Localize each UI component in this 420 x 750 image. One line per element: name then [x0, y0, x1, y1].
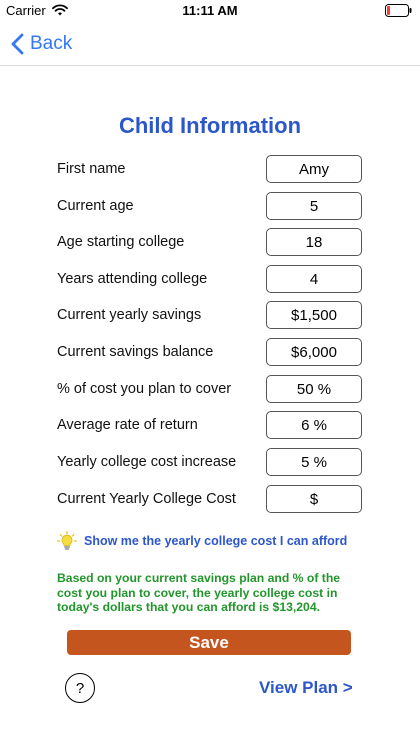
- form-row-cost-cover: % of cost you plan to cover: [57, 374, 363, 404]
- form-row-first-name: First name: [57, 154, 363, 184]
- save-button[interactable]: Save: [67, 630, 351, 655]
- form-row-yearly-savings: Current yearly savings: [57, 300, 363, 330]
- lightbulb-icon: [57, 531, 77, 550]
- college-cost-field[interactable]: [266, 485, 362, 513]
- college-cost-label: Current Yearly College Cost: [57, 491, 236, 507]
- cost-increase-label: Yearly college cost increase: [57, 454, 237, 470]
- page-title: Child Information: [118, 113, 302, 138]
- back-label: Back: [30, 33, 73, 54]
- rate-of-return-field[interactable]: [266, 411, 362, 439]
- form-row-years-attending: Years attending college: [57, 264, 363, 294]
- cost-cover-field[interactable]: [266, 375, 362, 403]
- age-starting-college-field[interactable]: [266, 228, 362, 256]
- show-affordable-cost-link[interactable]: Show me the yearly college cost I can af…: [57, 530, 347, 552]
- form-row-rate-of-return: Average rate of return: [57, 410, 363, 440]
- age-starting-college-label: Age starting college: [57, 234, 185, 250]
- form-row-current-age: Current age: [57, 191, 363, 221]
- years-attending-label: Years attending college: [57, 271, 208, 287]
- rate-of-return-label: Average rate of return: [57, 417, 198, 433]
- status-bar: Carrier 11:11 AM: [0, 0, 420, 22]
- years-attending-field[interactable]: [266, 265, 362, 293]
- affordability-summary: Based on your current savings plan and %…: [57, 571, 341, 614]
- yearly-savings-field[interactable]: [266, 301, 362, 329]
- yearly-savings-label: Current yearly savings: [57, 307, 202, 323]
- form-row-cost-increase: Yearly college cost increase: [57, 447, 363, 477]
- afford-link-text: Show me the yearly college cost I can af…: [84, 534, 348, 548]
- current-age-field[interactable]: [266, 192, 362, 220]
- battery-icon: [385, 4, 412, 17]
- back-button[interactable]: Back: [10, 30, 72, 58]
- help-button[interactable]: ?: [65, 673, 95, 703]
- chevron-left-icon: [11, 33, 24, 55]
- cost-cover-label: % of cost you plan to cover: [57, 381, 232, 397]
- cost-increase-field[interactable]: [266, 448, 362, 476]
- current-age-label: Current age: [57, 198, 134, 214]
- form-row-savings-balance: Current savings balance: [57, 337, 363, 367]
- form-row-college-cost: Current Yearly College Cost: [57, 484, 363, 514]
- first-name-field[interactable]: [266, 155, 362, 183]
- savings-balance-field[interactable]: [266, 338, 362, 366]
- status-time: 11:11 AM: [182, 3, 238, 18]
- navigation-bar: Back: [0, 22, 420, 66]
- first-name-label: First name: [57, 161, 126, 177]
- savings-balance-label: Current savings balance: [57, 344, 214, 360]
- view-plan-link[interactable]: View Plan >: [259, 678, 353, 698]
- form-row-age-starting-college: Age starting college: [57, 227, 363, 257]
